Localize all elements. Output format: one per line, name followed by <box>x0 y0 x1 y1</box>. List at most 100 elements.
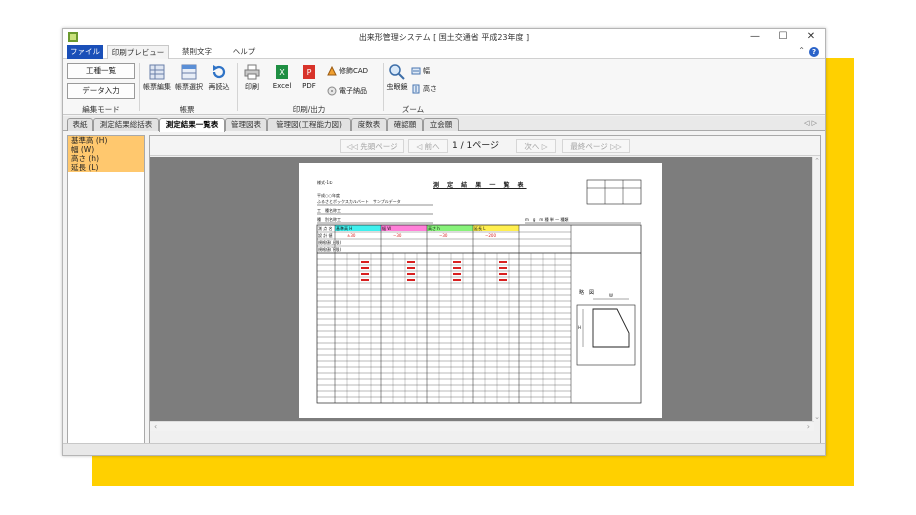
horizontal-scrollbar[interactable]: ‹ › <box>150 421 814 431</box>
cad-label: 修飾CAD <box>339 67 369 75</box>
scroll-right-icon[interactable]: › <box>807 422 810 431</box>
measured-value-mark <box>499 279 507 281</box>
prev-page-button[interactable]: ◁ 前へ <box>408 139 448 153</box>
group-label-print-output: 印刷/出力 <box>292 105 326 114</box>
tab-cover[interactable]: 表紙 <box>67 118 93 131</box>
vertical-scrollbar[interactable]: ⌃ ⌄ <box>812 157 820 421</box>
measured-value-mark <box>407 261 415 263</box>
col-header-h: 基準高 H <box>336 226 353 231</box>
measured-value-mark <box>499 273 507 275</box>
col-header-w: 幅 W <box>382 226 392 231</box>
list-item[interactable]: 基準高 (H) <box>68 136 144 145</box>
print-button[interactable]: 印刷 <box>239 63 265 92</box>
status-bar <box>63 443 825 455</box>
last-page-button[interactable]: 最終ページ ▷▷ <box>562 139 630 153</box>
table-outline <box>316 224 642 404</box>
magnifier-icon <box>389 64 405 80</box>
scroll-down-icon[interactable]: ⌄ <box>813 413 821 421</box>
next-page-button[interactable]: 次へ ▷ <box>516 139 556 153</box>
form-edit-button[interactable]: 帳票編集 <box>141 63 173 92</box>
form-edit-icon <box>149 64 165 80</box>
tab-confirmation-request[interactable]: 確認願 <box>387 118 423 131</box>
row-header-upper: 規格値(上限) <box>318 240 342 245</box>
report-sheet: 様式-1① 測 定 結 果 一 覧 表 平成○○年度 ふるさとボックスカルバート… <box>299 163 662 418</box>
preview-viewer: ◁◁ 先頭ページ ◁ 前へ 1 / 1ページ 次へ ▷ 最終ページ ▷▷ 様式-… <box>149 135 821 447</box>
tab-measurement-list[interactable]: 測定結果一覧表 <box>159 118 225 132</box>
data-input-button[interactable]: データ入力 <box>67 83 135 99</box>
tab-scroll-arrows[interactable]: ◁ ▷ <box>804 119 817 127</box>
menu-file[interactable]: ファイル <box>67 45 103 59</box>
group-label-zoom: ズーム <box>401 105 425 114</box>
tab-frequency-table[interactable]: 度数表 <box>351 118 387 131</box>
cad-button[interactable]: 修飾CAD <box>327 65 368 77</box>
measured-value-mark <box>361 279 369 281</box>
ribbon: 工種一覧 データ入力 編集モード 帳票編集 帳票選択 再読込 帳票 印刷 X E… <box>63 59 825 115</box>
window-title: 出来形管理システム [ 国土交通省 平成23年度 ] <box>358 33 530 42</box>
e-delivery-label: 電子納品 <box>339 87 367 95</box>
excel-button[interactable]: X Excel <box>269 63 295 90</box>
menu-prohibited-chars[interactable]: 禁則文字 <box>175 45 219 59</box>
spec-w: −30 <box>393 233 402 238</box>
stage: 出来形管理システム [ 国土交通省 平成23年度 ] — ☐ ✕ ファイル 印刷… <box>0 0 916 515</box>
magnifier-label: 虫眼鏡 <box>386 83 408 91</box>
measurement-item-list: 基準高 (H) 幅 (W) 高さ (h) 延長 (L) <box>67 135 145 447</box>
work-type-list-button[interactable]: 工種一覧 <box>67 63 135 79</box>
e-delivery-button[interactable]: 電子納品 <box>327 85 367 97</box>
excel-icon: X <box>276 65 288 79</box>
help-icon[interactable]: ? <box>809 47 819 57</box>
close-button[interactable]: ✕ <box>799 30 823 44</box>
pdf-label: PDF <box>302 82 316 90</box>
magnifier-button[interactable]: 虫眼鏡 <box>385 63 409 92</box>
tab-measurement-summary[interactable]: 測定結果総括表 <box>93 118 159 131</box>
diagram-frame <box>576 304 636 366</box>
menu-print-preview[interactable]: 印刷プレビュー <box>107 45 169 59</box>
measured-value-mark <box>453 267 461 269</box>
page-navigation-bar: ◁◁ 先頭ページ ◁ 前へ 1 / 1ページ 次へ ▷ 最終ページ ▷▷ <box>150 136 820 156</box>
preview-canvas: 様式-1① 測 定 結 果 一 覧 表 平成○○年度 ふるさとボックスカルバート… <box>150 157 814 421</box>
menu-bar: ファイル 印刷プレビュー 禁則文字 ヘルプ <box>63 45 825 59</box>
fit-width-label: 幅 <box>423 67 430 75</box>
fit-width-button[interactable]: 幅 <box>411 65 430 77</box>
list-item[interactable]: 延長 (L) <box>68 163 144 172</box>
tab-attendance-request[interactable]: 立会願 <box>423 118 459 131</box>
list-item[interactable]: 高さ (h) <box>68 154 144 163</box>
print-label: 印刷 <box>245 83 259 91</box>
fit-height-button[interactable]: 高さ <box>411 83 437 95</box>
disc-icon <box>327 86 337 96</box>
cad-icon <box>327 66 337 76</box>
minimize-button[interactable]: — <box>743 30 767 44</box>
diagram-w-label: W <box>609 293 613 298</box>
measured-value-mark <box>407 273 415 275</box>
diagram-h-label: H <box>578 325 582 330</box>
col-header-hh: 高さ h <box>428 226 440 231</box>
title-bar: 出来形管理システム [ 国土交通省 平成23年度 ] — ☐ ✕ <box>63 29 825 45</box>
box-culvert-shape <box>592 308 630 348</box>
ribbon-separator <box>383 63 384 111</box>
tab-control-chart-table[interactable]: 管理図表 <box>225 118 267 131</box>
scroll-up-icon[interactable]: ⌃ <box>813 157 821 165</box>
menu-help[interactable]: ヘルプ <box>229 45 259 59</box>
measured-value-mark <box>453 273 461 275</box>
printer-icon <box>244 64 260 80</box>
form-select-button[interactable]: 帳票選択 <box>173 63 205 92</box>
reload-button[interactable]: 再読込 <box>205 63 233 92</box>
measured-value-mark <box>361 261 369 263</box>
spec-h: ±30 <box>347 233 356 238</box>
first-page-button[interactable]: ◁◁ 先頭ページ <box>340 139 404 153</box>
ribbon-separator <box>139 63 140 111</box>
maximize-button[interactable]: ☐ <box>771 30 795 44</box>
ribbon-collapse-icon[interactable]: ⌃ <box>798 46 805 55</box>
pdf-icon: P <box>303 65 315 79</box>
list-item[interactable]: 幅 (W) <box>68 145 144 154</box>
group-label-edit-mode: 編集モード <box>82 105 120 114</box>
measured-value-mark <box>407 279 415 281</box>
fit-height-label: 高さ <box>423 85 437 93</box>
measured-value-mark <box>407 267 415 269</box>
scroll-left-icon[interactable]: ‹ <box>154 422 157 431</box>
tab-process-capability-chart[interactable]: 管理図(工程能力図) <box>267 118 351 131</box>
excel-label: Excel <box>272 82 292 90</box>
measured-value-mark <box>499 261 507 263</box>
form-select-label: 帳票選択 <box>175 83 203 91</box>
pdf-button[interactable]: P PDF <box>297 63 321 90</box>
measured-value-mark <box>361 267 369 269</box>
